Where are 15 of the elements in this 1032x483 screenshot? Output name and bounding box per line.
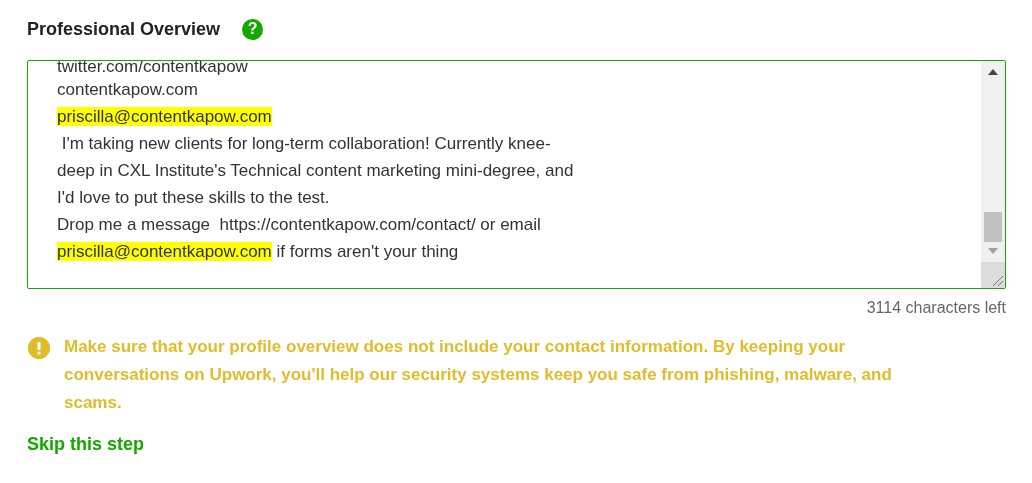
character-count: 3114 characters left [865, 299, 1006, 317]
overview-text-area[interactable] [27, 60, 1006, 289]
section-title: Professional Overview [27, 18, 221, 40]
text-line: I'd love to put these skills to the test. [57, 187, 331, 209]
skip-link[interactable]: Skip this step [27, 434, 145, 455]
help-icon[interactable]: ? [242, 18, 264, 40]
text-line: priscilla@contentkapow.com if forms aren't your thing [57, 241, 460, 263]
text-line: deep in CXL Institute's Technical content marketing mini-degree, and [57, 160, 575, 182]
text-line: contentkapow.com [57, 79, 199, 101]
warning-message: Make sure that your profile overview does not include your contact information. By keeping your conversations on Upwork, you'll help our security systems keep you safe from phishing, malware, and scams. [64, 336, 893, 414]
text-line: Drop me a message https://contentkapow.com/contact/ or email [57, 214, 542, 236]
scrollbar[interactable] [981, 61, 1005, 288]
scroll-thumb[interactable] [984, 212, 1002, 242]
text-line: I'm taking new clients for long-term collaboration! Currently knee- [60, 133, 552, 155]
warning-icon [28, 337, 50, 359]
